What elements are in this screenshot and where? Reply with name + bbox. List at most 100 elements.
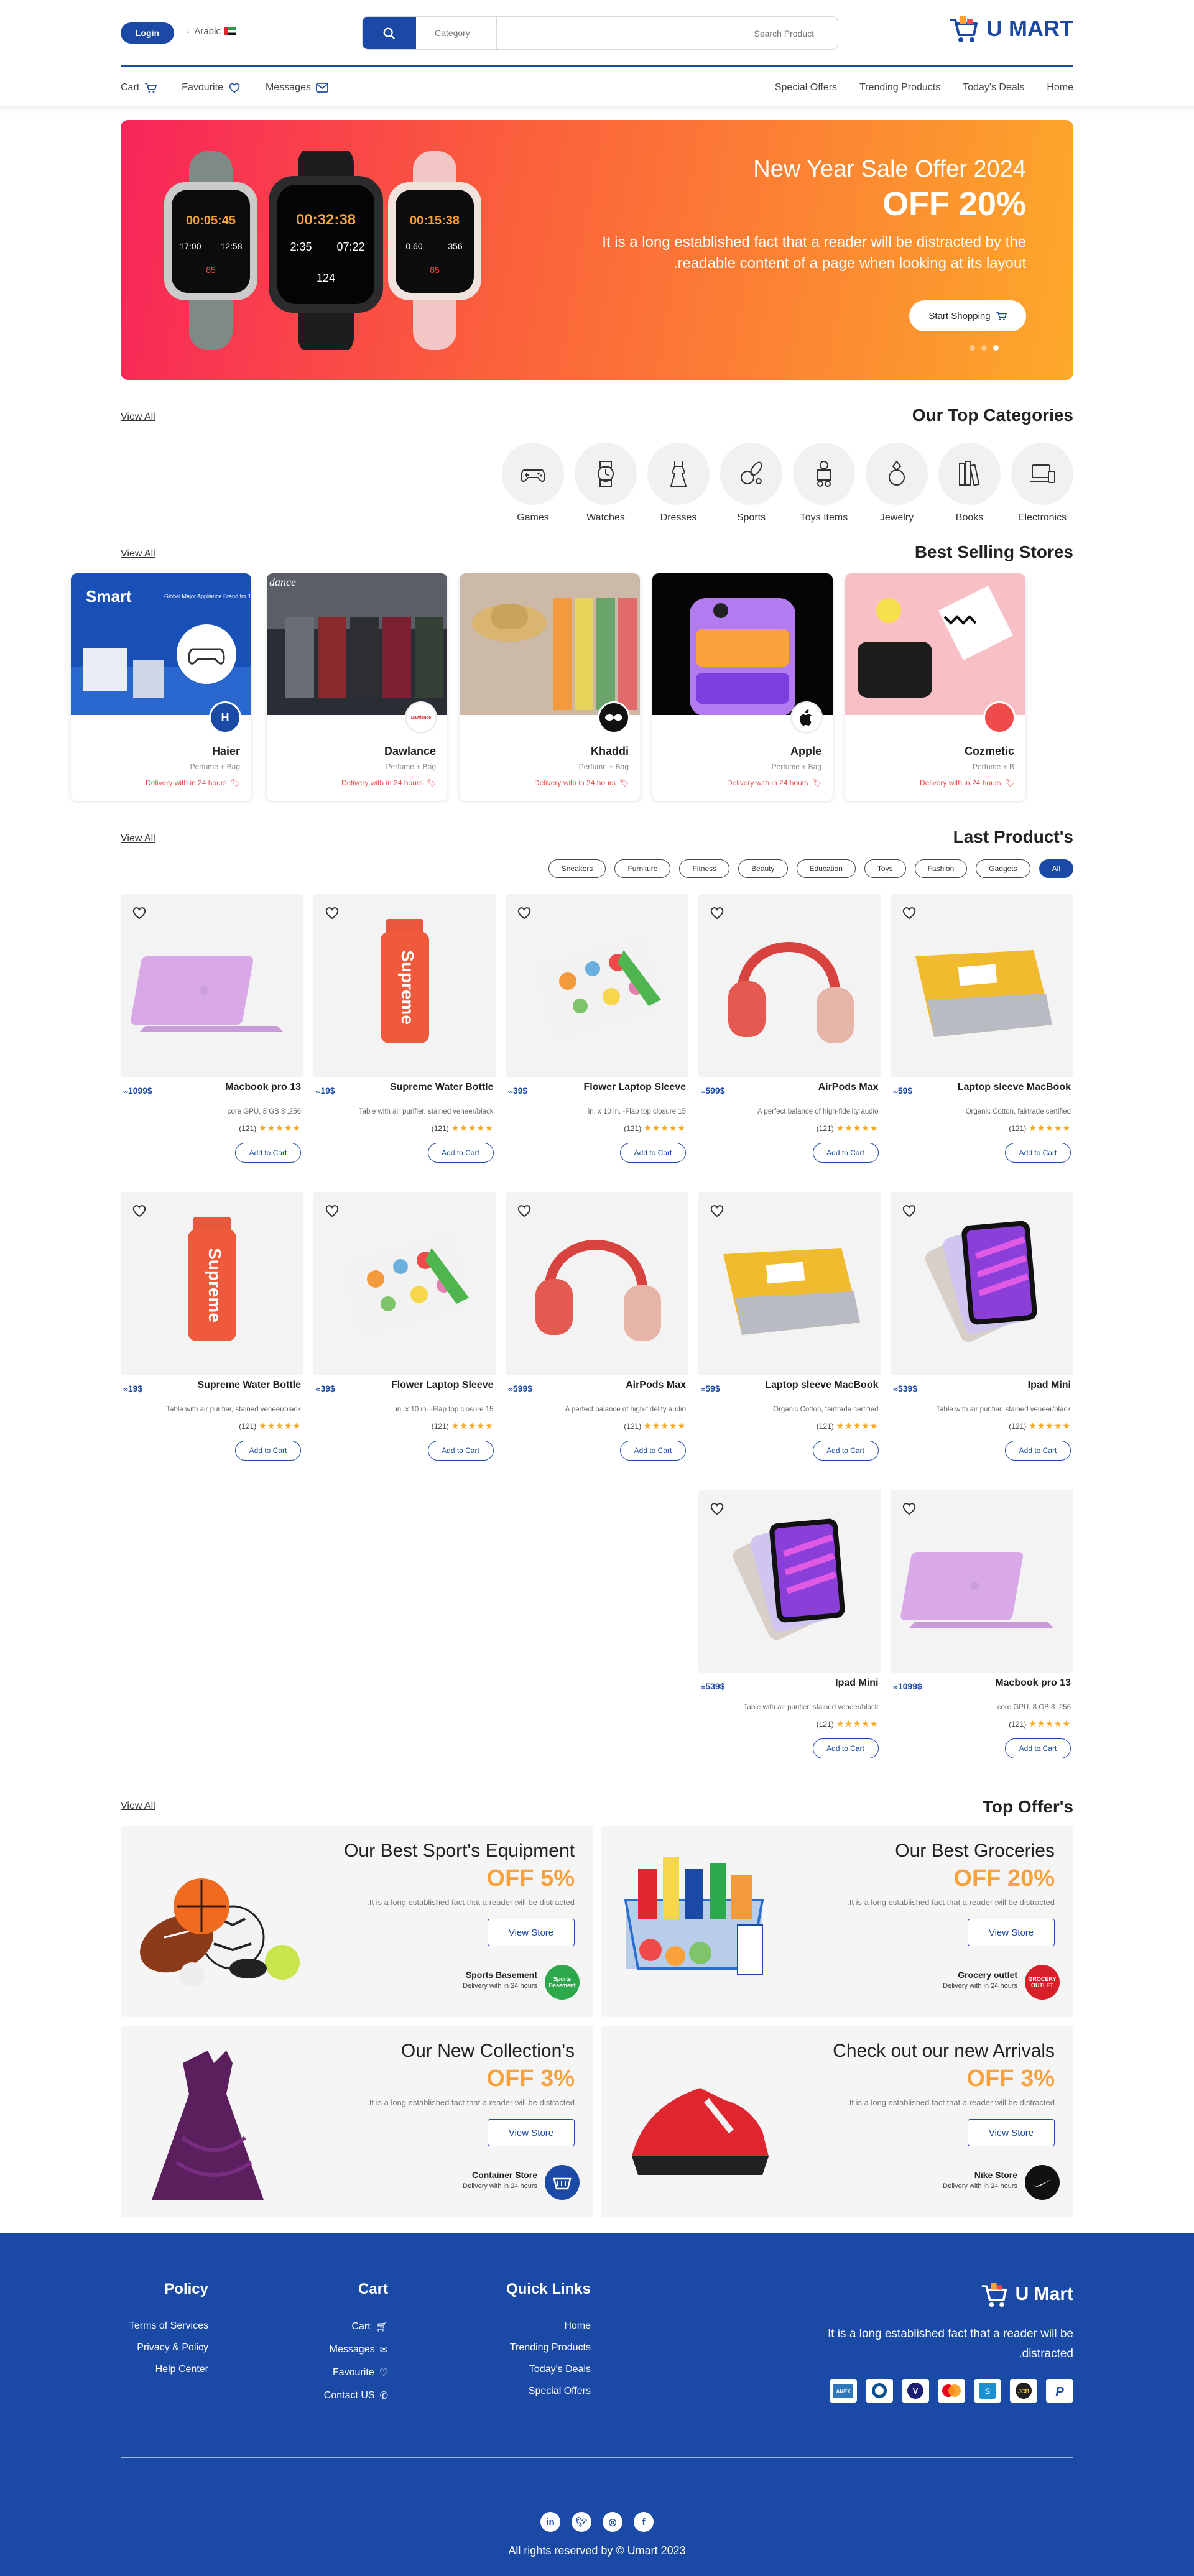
login-button[interactable]: Login bbox=[121, 22, 174, 44]
nav-special-offers[interactable]: Special Offers bbox=[775, 82, 837, 93]
product-card[interactable]: ∞1099$ Macbook pro 13 core GPU, 8 GB 8 ,25… bbox=[121, 894, 303, 1171]
heart-icon[interactable] bbox=[325, 905, 340, 920]
language-selector[interactable]: ⌄ Arabic bbox=[185, 26, 236, 37]
carousel-dot[interactable] bbox=[970, 345, 975, 351]
product-card[interactable]: ∞59$ Laptop sleeve MacBook Organic Cotton,… bbox=[891, 894, 1073, 1171]
add-to-cart-button[interactable]: Add to Cart bbox=[620, 1143, 686, 1163]
store-card[interactable]: Cozmetic Perfume + B Delivery with in 24 h… bbox=[845, 573, 1025, 801]
offer-card[interactable]: Sports Basement Our Best Sport's Equipmen… bbox=[121, 1826, 593, 2017]
stores-view-all[interactable]: View All bbox=[121, 548, 155, 560]
footer-link-special[interactable]: Special Offers bbox=[429, 2386, 591, 2397]
start-shopping-button[interactable]: Start Shopping bbox=[909, 300, 1026, 331]
category-item[interactable]: Electronics bbox=[1011, 443, 1073, 524]
logo[interactable]: U MART bbox=[948, 14, 1073, 44]
add-to-cart-button[interactable]: Add to Cart bbox=[235, 1143, 301, 1163]
category-item[interactable]: Watches bbox=[575, 443, 637, 524]
heart-icon[interactable] bbox=[517, 1203, 532, 1218]
filter-chip[interactable]: Beauty bbox=[738, 859, 788, 878]
categories-view-all[interactable]: View All bbox=[121, 412, 155, 423]
nav-todays-deals[interactable]: Today's Deals bbox=[963, 82, 1024, 93]
filter-chip[interactable]: Gadgets bbox=[976, 859, 1030, 878]
linkedin-icon[interactable]: in bbox=[540, 2512, 560, 2532]
heart-icon[interactable] bbox=[902, 905, 917, 920]
add-to-cart-button[interactable]: Add to Cart bbox=[620, 1441, 686, 1461]
store-card[interactable]: dance Dawlance Dawlance Perfume + Bag Delive… bbox=[267, 573, 447, 801]
twitter-icon[interactable]: 🐦︎ bbox=[572, 2512, 591, 2532]
category-item[interactable]: Games bbox=[502, 443, 564, 524]
filter-chip[interactable]: Toys bbox=[864, 859, 906, 878]
add-to-cart-button[interactable]: Add to Cart bbox=[812, 1441, 879, 1461]
category-item[interactable]: Books bbox=[938, 443, 1001, 524]
footer-link-terms[interactable]: Terms of Services bbox=[84, 2320, 208, 2332]
filter-chip[interactable]: Furniture bbox=[614, 859, 671, 878]
heart-icon[interactable] bbox=[710, 1203, 724, 1218]
heart-icon[interactable] bbox=[902, 1501, 917, 1516]
heart-icon[interactable] bbox=[517, 905, 532, 920]
footer-link-cart[interactable]: Cart 🛒︎ bbox=[264, 2320, 388, 2333]
offer-card[interactable]: GROCERY OUTLET Our Best Groceries OFF 20%.… bbox=[601, 1826, 1073, 2017]
heart-icon[interactable] bbox=[132, 905, 147, 920]
add-to-cart-button[interactable]: Add to Cart bbox=[1005, 1441, 1071, 1461]
facebook-icon[interactable]: f bbox=[634, 2512, 654, 2532]
filter-chip[interactable]: Education bbox=[796, 859, 856, 878]
store-card[interactable]: Smart Global Major Appliance Brand for 13… bbox=[71, 573, 251, 801]
product-card[interactable]: Supreme ∞19$ Supreme Water Bottle Table wit… bbox=[313, 894, 496, 1171]
footer-link-contact[interactable]: Contact US ✆ bbox=[264, 2389, 388, 2402]
add-to-cart-button[interactable]: Add to Cart bbox=[427, 1441, 494, 1461]
filter-chip[interactable]: Fitness bbox=[679, 859, 730, 878]
offers-view-all[interactable]: View All bbox=[121, 1801, 155, 1812]
nav-trending-products[interactable]: Trending Products bbox=[859, 82, 940, 93]
heart-icon[interactable] bbox=[710, 1501, 724, 1516]
add-to-cart-button[interactable]: Add to Cart bbox=[427, 1143, 494, 1163]
category-select[interactable]: Category bbox=[416, 17, 497, 49]
view-store-button[interactable]: View Store bbox=[968, 1919, 1055, 1946]
category-item[interactable]: Sports bbox=[720, 443, 782, 524]
products-view-all[interactable]: View All bbox=[121, 833, 155, 844]
footer-link-messages[interactable]: Messages ✉ bbox=[264, 2343, 388, 2356]
product-card[interactable]: Supreme ∞19$ Supreme Water Bottle Table wit… bbox=[121, 1192, 303, 1469]
add-to-cart-button[interactable]: Add to Cart bbox=[235, 1441, 301, 1461]
product-card[interactable]: ∞599$ AirPods Max A perfect balance of hig… bbox=[698, 894, 881, 1171]
add-to-cart-button[interactable]: Add to Cart bbox=[812, 1143, 879, 1163]
footer-link-deals[interactable]: Today's Deals bbox=[429, 2364, 591, 2375]
offer-card[interactable]: Our New Collection's OFF 3% .It is a long … bbox=[121, 2026, 593, 2217]
add-to-cart-button[interactable]: Add to Cart bbox=[1005, 1143, 1071, 1163]
heart-icon[interactable] bbox=[132, 1203, 147, 1218]
category-item[interactable]: Jewelry bbox=[866, 443, 928, 524]
filter-chip[interactable]: Fashion bbox=[914, 859, 968, 878]
heart-icon[interactable] bbox=[710, 905, 724, 920]
product-card[interactable]: ∞539$ Ipad Mini Table with air purifier, s… bbox=[698, 1490, 881, 1767]
carousel-dot[interactable] bbox=[993, 345, 999, 351]
product-card[interactable]: ∞1099$ Macbook pro 13 core GPU, 8 GB 8 ,25… bbox=[891, 1490, 1073, 1767]
filter-chip[interactable]: Sneakers bbox=[548, 859, 606, 878]
instagram-icon[interactable]: ◎ bbox=[603, 2512, 622, 2532]
nav-messages[interactable]: Messages bbox=[266, 82, 328, 93]
add-to-cart-button[interactable]: Add to Cart bbox=[812, 1738, 879, 1758]
store-card[interactable]: Apple Perfume + Bag Delivery with in 24 ho… bbox=[652, 573, 833, 801]
store-card[interactable]: Khaddi Perfume + Bag Delivery with in 24 h… bbox=[460, 573, 640, 801]
product-card[interactable]: ∞599$ AirPods Max A perfect balance of hig… bbox=[506, 1192, 688, 1469]
product-card[interactable]: ∞539$ Ipad Mini Table with air purifier, s… bbox=[891, 1192, 1073, 1469]
search-input[interactable] bbox=[497, 17, 820, 49]
footer-logo[interactable]: U Mart bbox=[979, 2281, 1073, 2308]
search-button[interactable] bbox=[363, 17, 416, 49]
product-card[interactable]: ∞39$ Flower Laptop Sleeve in. x 10 in. -Fl… bbox=[506, 894, 688, 1171]
filter-chip[interactable]: All bbox=[1039, 859, 1073, 878]
category-item[interactable]: Dresses bbox=[647, 443, 710, 524]
nav-favourite[interactable]: Favourite bbox=[182, 82, 241, 93]
footer-link-trending[interactable]: Trending Products bbox=[429, 2342, 591, 2353]
carousel-dot[interactable] bbox=[981, 345, 987, 351]
footer-link-favourite[interactable]: Favourite ♡ bbox=[264, 2366, 388, 2379]
product-card[interactable]: ∞39$ Flower Laptop Sleeve in. x 10 in. -Fl… bbox=[313, 1192, 496, 1469]
view-store-button[interactable]: View Store bbox=[488, 2119, 575, 2146]
nav-cart[interactable]: Cart bbox=[121, 82, 157, 93]
footer-link-help[interactable]: Help Center bbox=[84, 2364, 208, 2375]
category-item[interactable]: Toys Items bbox=[793, 443, 855, 524]
footer-link-privacy[interactable]: Privacy & Policy bbox=[84, 2342, 208, 2353]
view-store-button[interactable]: View Store bbox=[968, 2119, 1055, 2146]
footer-link-home[interactable]: Home bbox=[429, 2320, 591, 2332]
heart-icon[interactable] bbox=[325, 1203, 340, 1218]
add-to-cart-button[interactable]: Add to Cart bbox=[1005, 1738, 1071, 1758]
offer-card[interactable]: Check out our new Arrivals OFF 3% .It is a… bbox=[601, 2026, 1073, 2217]
view-store-button[interactable]: View Store bbox=[488, 1919, 575, 1946]
